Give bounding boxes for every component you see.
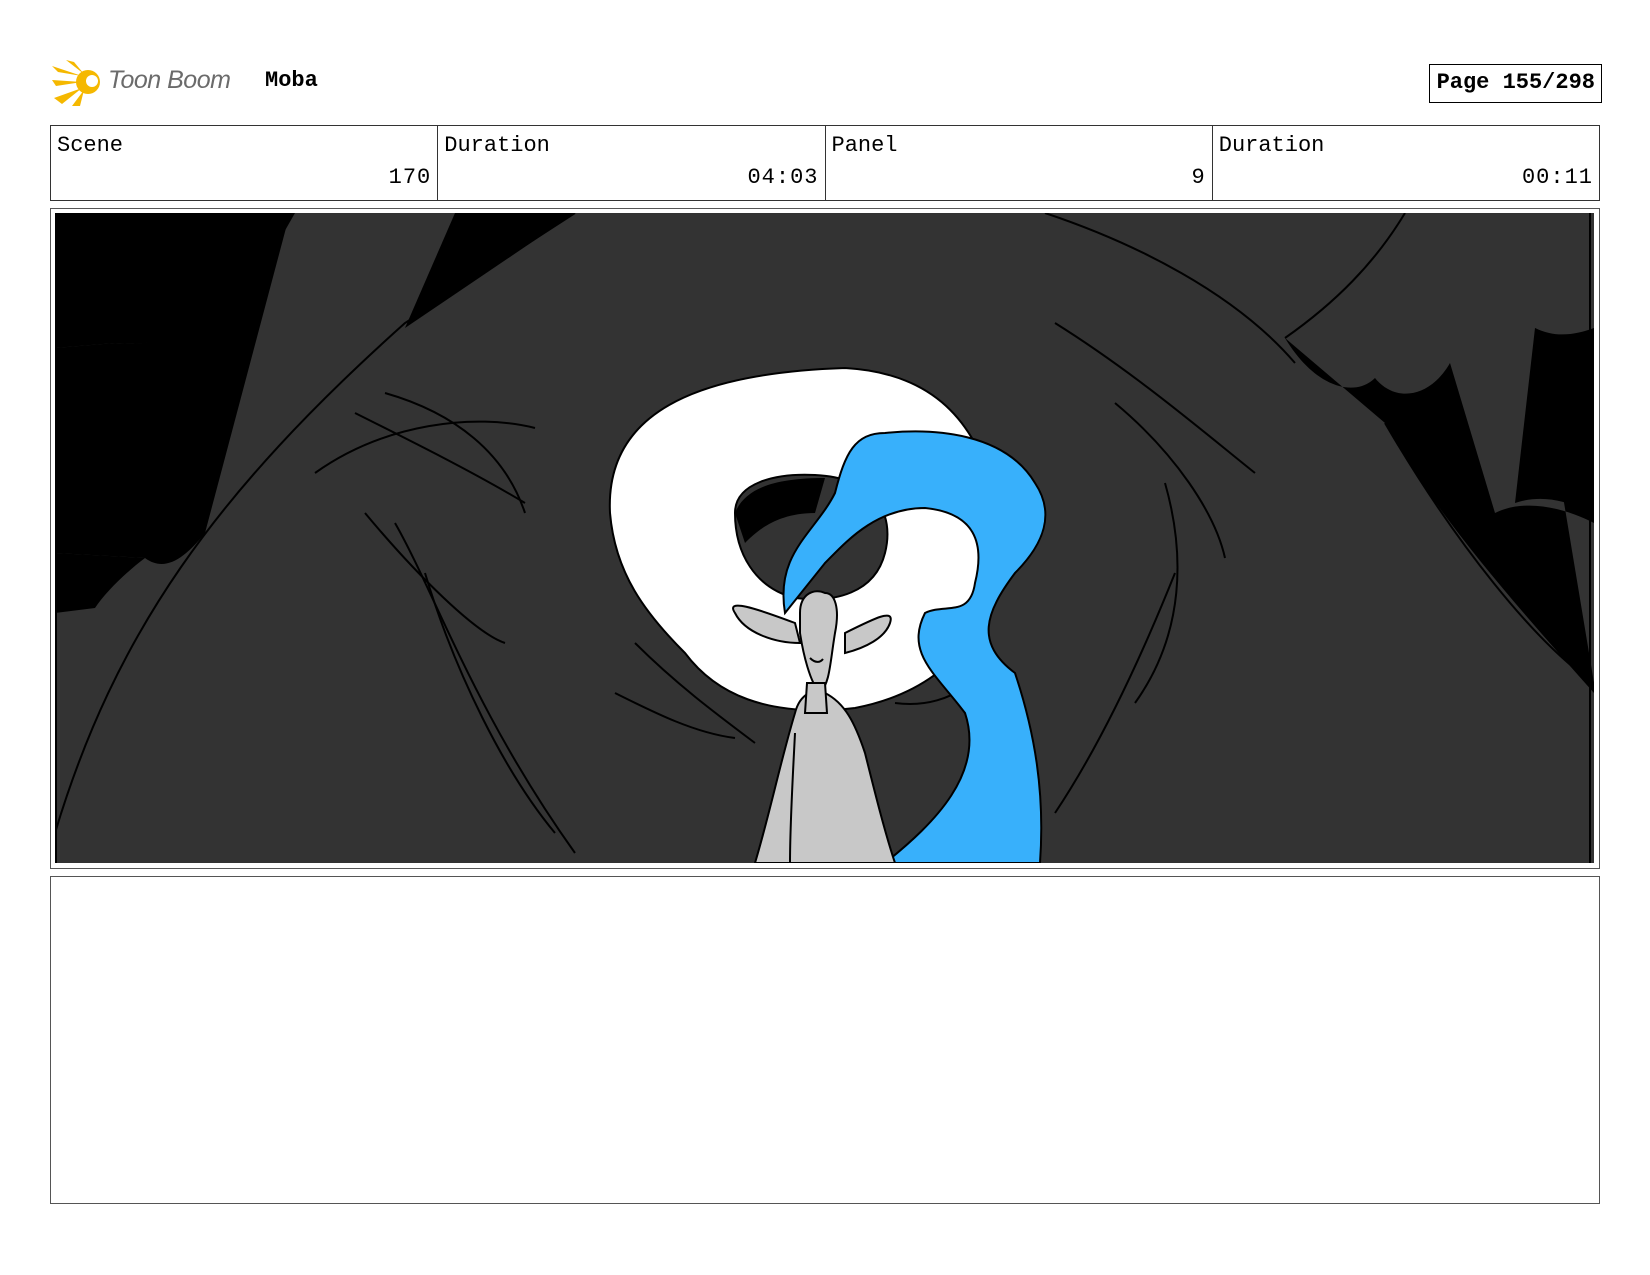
scene-duration-label: Duration (444, 133, 550, 158)
panel-duration-value: 00:11 (1521, 165, 1593, 190)
notes-panel (50, 876, 1600, 1204)
toon-boom-logo-icon (52, 60, 100, 106)
storyboard-drawing (55, 213, 1594, 863)
panel-label: Panel (831, 133, 898, 158)
panel-duration-label: Duration (1218, 133, 1325, 158)
scene-duration-value: 04:03 (747, 165, 819, 190)
scene-duration-cell: Duration 04:03 (438, 126, 826, 200)
page-header: Toon Boom Moba Page 155/298 (52, 56, 1602, 108)
project-title: Moba (265, 68, 318, 93)
brand-name: Toon Boom (108, 66, 231, 94)
scene-value: 170 (388, 165, 432, 190)
scene-cell: Scene 170 (51, 126, 439, 200)
page-indicator: Page 155/298 (1428, 64, 1602, 103)
panel-cell: Panel 9 (826, 126, 1213, 200)
figure-neck (803, 682, 829, 714)
storyboard-panel-frame (50, 208, 1600, 869)
scene-label: Scene (57, 133, 124, 158)
panel-value: 9 (1191, 165, 1206, 190)
panel-duration-cell: Duration 00:11 (1213, 126, 1599, 200)
scene-info-table: Scene 170 Duration 04:03 Panel 9 Duratio… (50, 125, 1600, 201)
